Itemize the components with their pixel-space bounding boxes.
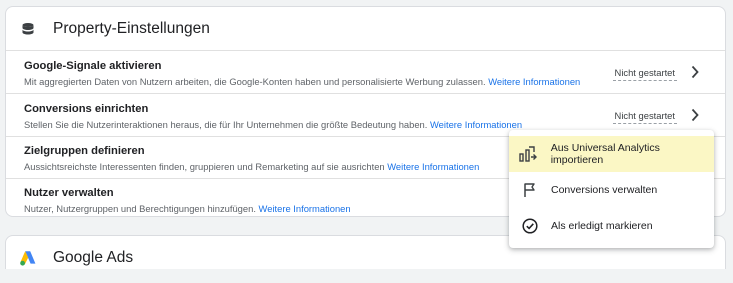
setting-title: Conversions einrichten <box>24 103 149 115</box>
chevron-right-icon[interactable] <box>687 106 703 124</box>
check-circle-icon <box>509 218 550 234</box>
google-ads-logo-icon <box>6 250 50 266</box>
chevron-right-icon[interactable] <box>687 63 703 81</box>
setting-title: Nutzer verwalten <box>24 187 114 199</box>
property-settings-title: Property-Einstellungen <box>53 19 210 37</box>
setting-description-text: Aussichtsreichste Interessenten finden, … <box>24 161 385 172</box>
setting-title: Zielgruppen definieren <box>24 145 145 157</box>
learn-more-link[interactable]: Weitere Informationen <box>488 76 580 87</box>
learn-more-link[interactable]: Weitere Informationen <box>259 203 351 214</box>
google-ads-title: Google Ads <box>53 249 134 266</box>
learn-more-link[interactable]: Weitere Informationen <box>387 161 479 172</box>
setting-description: Stellen Sie die Nutzerinteraktionen hera… <box>24 119 522 130</box>
conversions-menu: Aus Universal Analytics importieren Conv… <box>509 130 714 248</box>
flag-icon <box>509 182 550 198</box>
menu-item-mark-done[interactable]: Als erledigt markieren <box>509 208 714 244</box>
setting-description-text: Stellen Sie die Nutzerinteraktionen hera… <box>24 119 428 130</box>
setting-description-text: Mit aggregierten Daten von Nutzern arbei… <box>24 76 486 87</box>
import-icon <box>509 145 550 163</box>
menu-item-manage-conversions[interactable]: Conversions verwalten <box>509 172 714 208</box>
setting-row-google-signals[interactable]: Google-Signale aktivieren Mit aggregiert… <box>6 52 725 94</box>
menu-item-label: Aus Universal Analytics importieren <box>550 142 660 166</box>
page-bottom-background <box>0 269 733 283</box>
setting-description: Mit aggregierten Daten von Nutzern arbei… <box>24 76 580 87</box>
menu-item-import-universal-analytics[interactable]: Aus Universal Analytics importieren <box>509 136 714 172</box>
menu-item-label: Als erledigt markieren <box>551 220 653 232</box>
setting-description: Nutzer, Nutzergruppen und Berechtigungen… <box>24 203 351 214</box>
property-settings-header: Property-Einstellungen <box>6 7 725 51</box>
learn-more-link[interactable]: Weitere Informationen <box>430 119 522 130</box>
setting-description-text: Nutzer, Nutzergruppen und Berechtigungen… <box>24 203 256 214</box>
menu-item-label: Conversions verwalten <box>551 184 658 196</box>
setting-title: Google-Signale aktivieren <box>24 60 162 72</box>
status-badge: Nicht gestartet <box>612 66 677 81</box>
setting-description: Aussichtsreichste Interessenten finden, … <box>24 161 479 172</box>
status-badge: Nicht gestartet <box>612 109 677 124</box>
database-icon <box>6 22 50 36</box>
